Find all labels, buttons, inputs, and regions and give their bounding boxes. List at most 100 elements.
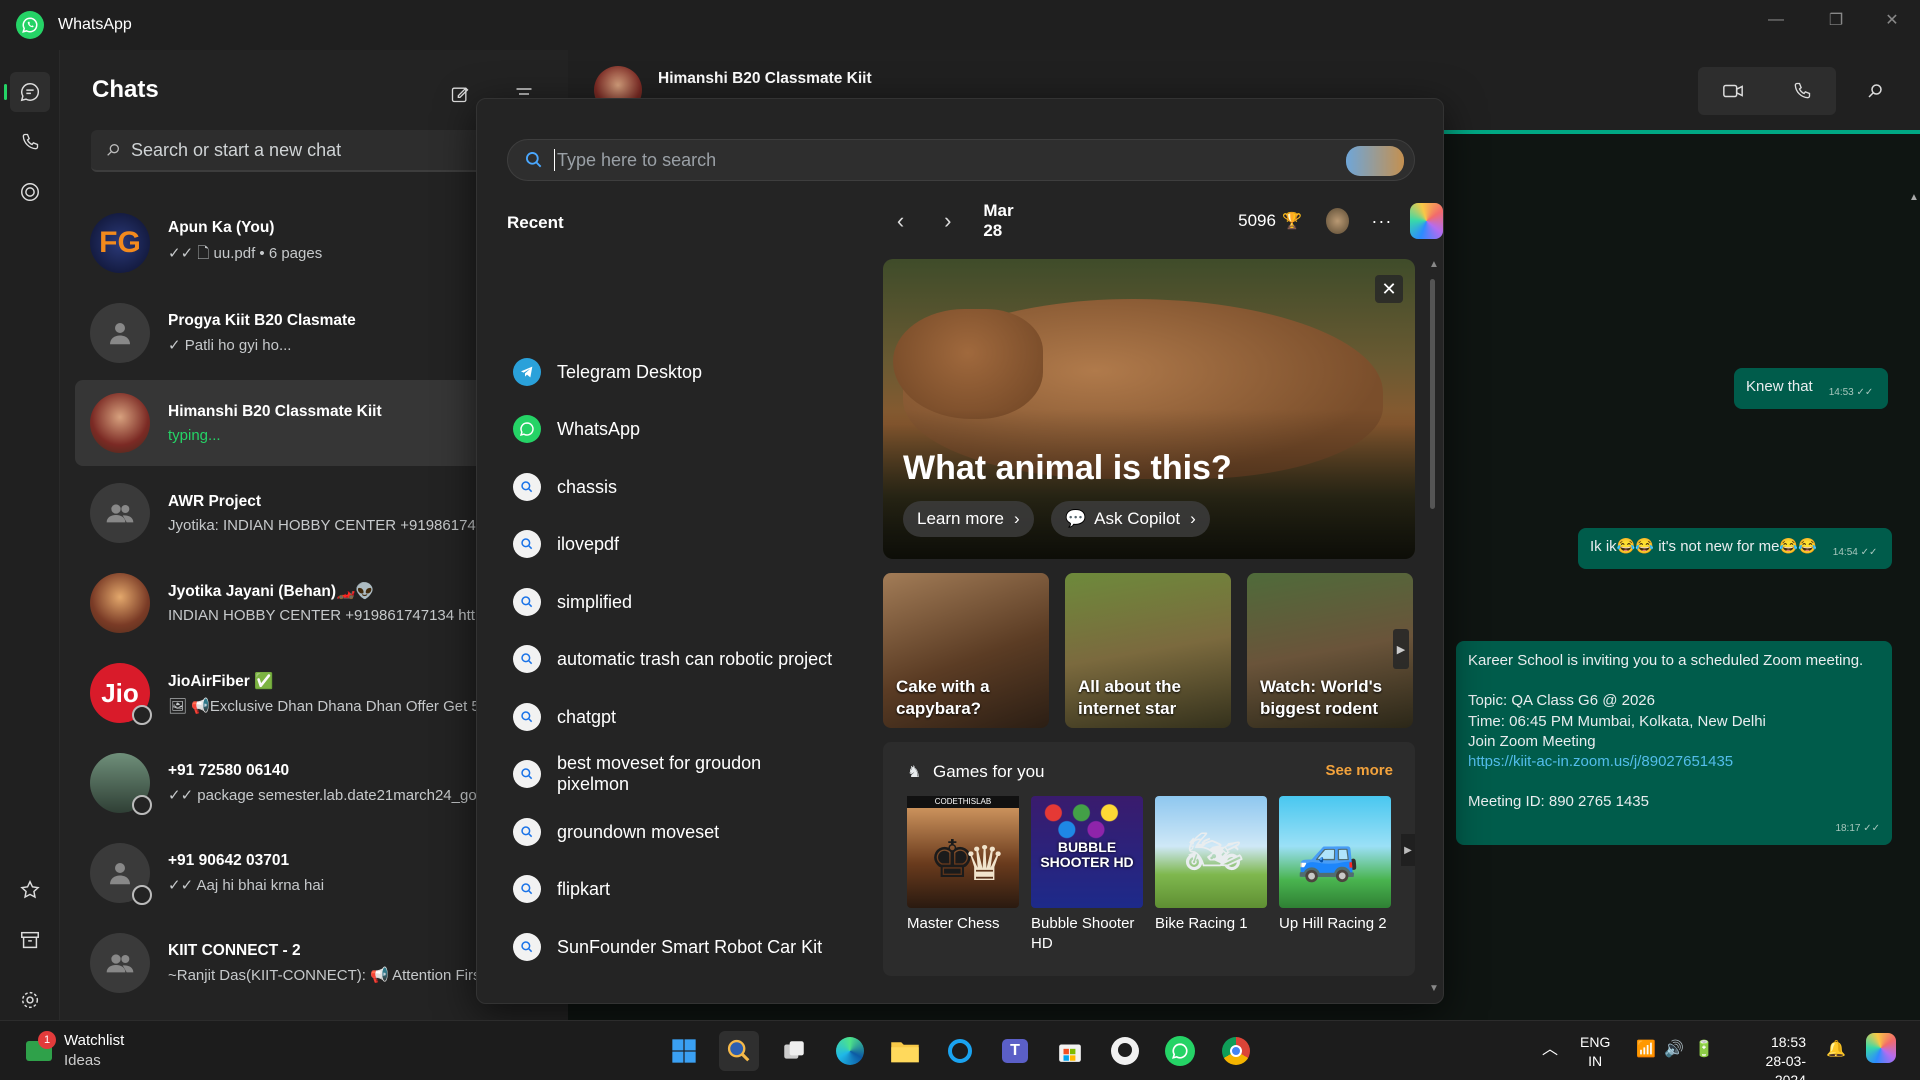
clock[interactable]: 18:53 28-03-2024	[1736, 1033, 1806, 1080]
game-thumbnail: 🚙	[1279, 796, 1391, 908]
more-options-button[interactable]: ···	[1371, 211, 1392, 232]
github-button[interactable]	[1105, 1031, 1145, 1071]
ask-copilot-button[interactable]: 💬 Ask Copilot ›	[1051, 501, 1210, 537]
whatsapp-logo-icon	[16, 11, 44, 39]
search-icon	[513, 875, 541, 903]
recent-item-search[interactable]: chassis	[513, 464, 833, 510]
game-tile[interactable]: CODETHISLAB ♚ ♛ Master Chess	[907, 796, 1019, 934]
video-call-button[interactable]	[1698, 67, 1767, 115]
minimize-button[interactable]: —	[1748, 0, 1804, 40]
whatsapp-taskbar-button[interactable]	[1160, 1031, 1200, 1071]
highlight-hero-card[interactable]: ✕ What animal is this? Learn more › 💬 Ask …	[883, 259, 1415, 559]
news-card[interactable]: Watch: World's biggest rodent	[1247, 573, 1413, 728]
chats-nav-button[interactable]	[4, 72, 50, 112]
phone-icon	[22, 133, 39, 150]
cards-next-button[interactable]: ▶	[1393, 629, 1409, 669]
date-label: Mar 28	[983, 201, 1014, 240]
search-icon	[513, 473, 541, 501]
wifi-icon[interactable]: 📶	[1636, 1039, 1656, 1061]
settings-nav-button[interactable]	[10, 980, 50, 1020]
next-day-button[interactable]: ›	[934, 208, 961, 234]
games-next-button[interactable]: ▶	[1401, 834, 1415, 866]
voice-call-button[interactable]	[1767, 67, 1836, 115]
learn-more-button[interactable]: Learn more ›	[903, 501, 1034, 537]
search-icon	[513, 703, 541, 731]
compose-icon	[451, 87, 469, 103]
archived-nav-button[interactable]	[10, 920, 50, 960]
notification-bell-icon[interactable]: 🔔	[1826, 1039, 1846, 1061]
task-view-button[interactable]	[774, 1031, 814, 1071]
whatsapp-icon	[513, 415, 541, 443]
zoom-link[interactable]: https://kiit-ac-in.zoom.us/j/89027651435	[1468, 752, 1880, 772]
group-icon	[106, 504, 134, 523]
star-icon	[20, 880, 40, 899]
close-hero-button[interactable]: ✕	[1375, 275, 1403, 303]
news-card[interactable]: All about the internet star	[1065, 573, 1231, 728]
recent-item-search[interactable]: groundown moveset	[513, 809, 833, 855]
maximize-button[interactable]: ❐	[1808, 0, 1864, 40]
panel-scrollbar[interactable]: ▲ ▼	[1427, 259, 1439, 999]
cortana-button[interactable]	[940, 1031, 980, 1071]
rewards-points[interactable]: 5096	[1238, 211, 1276, 231]
recent-item-search[interactable]: best moveset for groudon pixelmon	[513, 751, 833, 797]
status-nav-button[interactable]	[10, 172, 50, 212]
starred-nav-button[interactable]	[10, 870, 50, 910]
chat-search-placeholder: Search or start a new chat	[131, 139, 342, 160]
prev-day-button[interactable]: ‹	[887, 208, 914, 234]
nav-rail	[0, 50, 60, 1020]
avatar	[90, 573, 150, 633]
message-bubble-outgoing[interactable]: Knew that 14:53 ✓✓	[1734, 368, 1888, 409]
start-button[interactable]	[664, 1031, 704, 1071]
conversation-scrollbar[interactable]: ▲	[1906, 132, 1919, 1072]
contact-name[interactable]: Himanshi B20 Classmate Kiit	[658, 70, 872, 88]
new-chat-button[interactable]	[444, 78, 476, 110]
trophy-icon: 🏆	[1281, 213, 1302, 230]
calls-nav-button[interactable]	[10, 122, 50, 162]
cortana-icon	[948, 1039, 972, 1063]
battery-icon[interactable]: 🔋	[1694, 1039, 1714, 1061]
volume-icon[interactable]: 🔊	[1664, 1039, 1684, 1061]
teams-button[interactable]: T	[995, 1031, 1035, 1071]
message-bubble-outgoing[interactable]: Ik ik😂😂 it's not new for me😂😂 14:54 ✓✓	[1578, 528, 1892, 569]
windows-search-input[interactable]: Type here to search	[507, 139, 1415, 181]
recent-item-search[interactable]: chatgpt	[513, 694, 833, 740]
store-button[interactable]	[1050, 1031, 1090, 1071]
file-explorer-button[interactable]	[885, 1031, 925, 1071]
search-taskbar-button[interactable]	[719, 1031, 759, 1071]
news-card[interactable]: Cake with a capybara?	[883, 573, 1049, 728]
status-ring-icon	[132, 885, 152, 905]
recent-item-search[interactable]: simplified	[513, 579, 833, 625]
close-button[interactable]: ✕	[1864, 0, 1920, 40]
games-section: ♞ Games for you See more CODETHISLAB ♚ ♛…	[883, 742, 1415, 976]
see-more-link[interactable]: See more	[1325, 762, 1393, 779]
copilot-icon[interactable]	[1866, 1033, 1896, 1063]
chat-bubble-icon: 💬	[1065, 509, 1087, 528]
jeep-icon: 🚙	[1297, 827, 1360, 883]
edge-icon	[836, 1037, 864, 1065]
edge-browser-button[interactable]	[830, 1031, 870, 1071]
recent-item-whatsapp[interactable]: WhatsApp	[513, 406, 833, 452]
profile-avatar[interactable]	[1325, 208, 1350, 234]
recent-item-search[interactable]: flipkart	[513, 866, 833, 912]
recent-item-search[interactable]: automatic trash can robotic project	[513, 636, 833, 682]
person-icon	[110, 863, 130, 885]
game-tile[interactable]: BUBBLE SHOOTER HD Bubble Shooter HD	[1031, 796, 1143, 953]
group-icon	[106, 954, 134, 973]
avatar: Jio	[90, 663, 152, 725]
message-bubble-outgoing[interactable]: Kareer School is inviting you to a sched…	[1456, 641, 1892, 845]
games-title: Games for you	[933, 762, 1045, 781]
recent-item-search[interactable]: SunFounder Smart Robot Car Kit	[513, 924, 833, 970]
recent-item-search[interactable]: ilovepdf	[513, 521, 833, 567]
chrome-button[interactable]	[1216, 1031, 1256, 1071]
language-indicator[interactable]: ENG IN	[1580, 1033, 1610, 1071]
watchlist-text[interactable]: Watchlist Ideas	[64, 1031, 124, 1070]
game-tile[interactable]: 🏍 Bike Racing 1	[1155, 796, 1267, 934]
search-chat-button[interactable]	[1860, 76, 1890, 106]
show-hidden-icons-button[interactable]: ︿	[1542, 1039, 1558, 1061]
copilot-icon[interactable]	[1410, 203, 1443, 239]
recent-item-telegram[interactable]: Telegram Desktop	[513, 349, 833, 395]
watchlist-widget[interactable]: 1	[22, 1031, 56, 1065]
search-icon	[513, 760, 541, 788]
whatsapp-icon	[1165, 1036, 1195, 1066]
game-tile[interactable]: 🚙 Up Hill Racing 2	[1279, 796, 1391, 934]
